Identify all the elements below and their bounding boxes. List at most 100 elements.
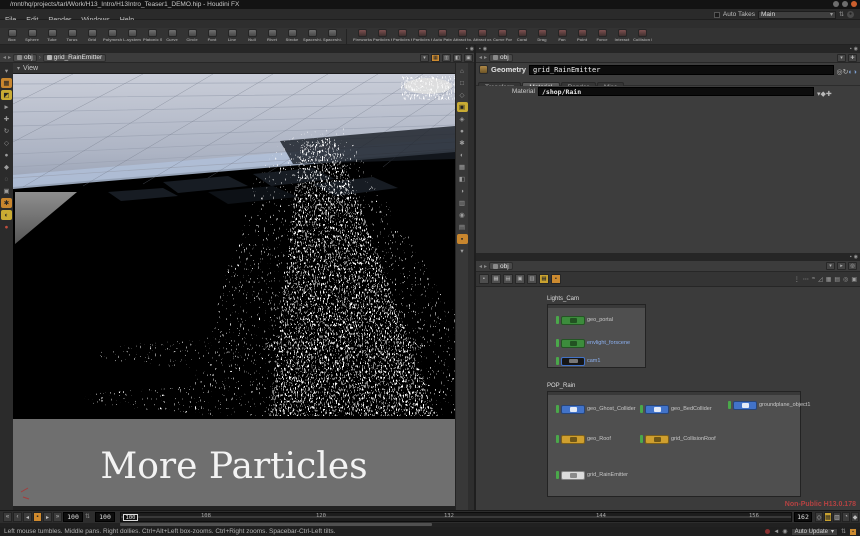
orientation-icon[interactable]: ◌ — [1, 174, 12, 184]
message-log-icon[interactable]: ◉ — [782, 528, 787, 535]
node-tile[interactable] — [645, 435, 669, 444]
takes-menu-icon[interactable]: ● — [847, 11, 854, 18]
pane-menu-icon[interactable]: ◉ — [854, 254, 858, 260]
pane-link-icon[interactable]: ◉ — [483, 45, 487, 53]
handles-icon[interactable]: ▣ — [1, 186, 12, 196]
shelf-tool[interactable]: Attract to... — [452, 28, 472, 45]
timeline-ruler[interactable]: 100 108120132144156 — [120, 512, 792, 522]
shelf-tool[interactable]: Null — [242, 28, 262, 45]
shelf-tool[interactable]: Interact — [612, 28, 632, 45]
net-more-icon[interactable]: ⋯ — [803, 276, 809, 283]
snap-options-icon[interactable]: ◆ — [1, 162, 12, 172]
frame-selected-icon[interactable]: □ — [457, 78, 468, 88]
fov-icon[interactable]: ◉ — [457, 210, 468, 220]
start-frame-field[interactable]: 100 — [63, 512, 83, 522]
audio-panel-icon[interactable]: ◔ — [842, 512, 850, 522]
node-tile[interactable] — [561, 471, 585, 480]
node-display-flag[interactable] — [556, 316, 559, 324]
take-selector[interactable]: Main ▾ — [758, 11, 836, 19]
materials-icon[interactable]: ◐ — [457, 150, 468, 160]
path-dropdown-icon[interactable]: ▾ — [826, 262, 835, 270]
shelf-tool[interactable]: Sphere — [22, 28, 42, 45]
net-badge-icon-2[interactable]: ▦ — [491, 274, 501, 284]
auto-takes-checkbox[interactable] — [714, 12, 720, 18]
play-reverse-icon[interactable]: ◂ — [23, 512, 32, 522]
node-tile[interactable] — [645, 405, 669, 414]
back-icon[interactable]: ◂ — [3, 54, 6, 61]
network-box-lights-cam[interactable]: Lights_Cam geo_portal envlight_forscene … — [547, 296, 646, 368]
shelf-tool[interactable]: Font — [202, 28, 222, 45]
view-mask-icon[interactable]: ▥ — [457, 198, 468, 208]
network-node[interactable]: groundplane_object1 — [728, 400, 810, 410]
network-node[interactable]: envlight_forscene — [556, 338, 630, 348]
move-tool-icon[interactable]: ✚ — [1, 114, 12, 124]
network-node[interactable]: grid_CollisionRoof — [640, 434, 716, 444]
maximize-icon[interactable] — [842, 1, 848, 7]
shelf-tool[interactable]: Box — [2, 28, 22, 45]
node-display-flag[interactable] — [556, 435, 559, 443]
cook-button[interactable]: ▪ — [849, 528, 857, 536]
shelf-tool[interactable]: Collision B... — [632, 28, 652, 45]
update-mode-selector[interactable]: Auto Update ▾ — [791, 528, 838, 536]
end-frame-field[interactable]: 162 — [794, 512, 812, 522]
net-dots-icon[interactable]: ⋮ — [794, 276, 800, 283]
net-wave-icon[interactable]: ≈ — [812, 276, 815, 283]
path-root-chip[interactable]: obj — [13, 54, 37, 62]
node-name-field[interactable]: grid_RainEmitter — [529, 65, 834, 75]
search-icon[interactable]: ◎ — [848, 262, 857, 270]
scrollbar-thumb[interactable] — [120, 523, 432, 526]
take-spinner-icon[interactable]: ⇅ — [839, 11, 844, 18]
forward-icon[interactable]: ▸ — [484, 263, 487, 270]
network-node[interactable]: grid_RainEmitter — [556, 470, 628, 480]
net-diag-icon[interactable]: ◿ — [818, 276, 823, 283]
node-display-flag[interactable] — [556, 357, 559, 365]
shelf-tool[interactable]: Fireworks — [352, 28, 372, 45]
shelf-tool[interactable]: Platonic S... — [142, 28, 162, 45]
net-flag-icon-2[interactable]: ▪ — [551, 274, 561, 284]
set-key-icon[interactable]: ▦ — [824, 512, 832, 522]
display-options-icon[interactable]: ◑ — [457, 186, 468, 196]
wireframe-icon[interactable]: ◈ — [457, 114, 468, 124]
back-icon[interactable]: ◂ — [479, 54, 482, 61]
update-spinner-icon[interactable]: ⇅ — [841, 528, 846, 535]
net-badge-icon-3[interactable]: ▤ — [503, 274, 513, 284]
pane-maximize-icon[interactable]: ▪ — [850, 254, 852, 260]
node-display-flag[interactable] — [728, 401, 731, 409]
node-display-flag[interactable] — [640, 435, 643, 443]
audio-icon[interactable]: ◄ — [773, 529, 779, 535]
net-grid-icon[interactable]: ▦ — [826, 276, 832, 283]
shelf-tool[interactable]: Fan — [552, 28, 572, 45]
flipbook-icon[interactable]: ◐ — [1, 210, 12, 220]
pane-menu-icon[interactable]: ◉ — [854, 46, 858, 52]
hud-icon[interactable]: ▪ — [457, 234, 468, 244]
snap-toggle-icon[interactable]: ▦ — [431, 54, 440, 62]
pose-tool-icon[interactable]: ● — [1, 150, 12, 160]
net-find-icon[interactable]: ◎ — [843, 276, 848, 283]
shelf-tool[interactable]: Attract or... — [472, 28, 492, 45]
scale-tool-icon[interactable]: ◇ — [1, 138, 12, 148]
net-badge-icon-1[interactable]: ▪ — [479, 274, 489, 284]
shelf-tool[interactable]: Curve — [162, 28, 182, 45]
shelf-tool[interactable]: Rivet — [262, 28, 282, 45]
forward-icon[interactable]: ▸ — [8, 54, 11, 61]
playback-start-field[interactable]: 100 — [95, 512, 115, 522]
path-root-chip[interactable]: obj — [489, 262, 513, 270]
grid-toggle-icon[interactable]: ▦ — [457, 162, 468, 172]
grid-options-icon[interactable]: ▥ — [442, 54, 451, 62]
node-tile[interactable] — [561, 339, 585, 348]
node-tile[interactable] — [733, 401, 757, 410]
shelf-tool[interactable]: Grid — [82, 28, 102, 45]
shelf-tool[interactable]: Line — [222, 28, 242, 45]
tool-dropdown-icon[interactable]: ▾ — [1, 66, 12, 76]
net-badge-icon-5[interactable]: ▥ — [527, 274, 537, 284]
shelf-tool[interactable]: Torus — [62, 28, 82, 45]
render-view-icon[interactable]: ✱ — [1, 198, 12, 208]
node-tile[interactable] — [561, 435, 585, 444]
net-frame-icon[interactable]: ▣ — [851, 276, 857, 283]
shelf-tool[interactable]: Force — [592, 28, 612, 45]
scene-3d-view[interactable]: More Particles — [13, 74, 455, 510]
shelf-tool[interactable]: Stroke — [282, 28, 302, 45]
param-world-icon[interactable]: ◑ — [853, 69, 857, 76]
jump-end-icon[interactable]: » — [53, 512, 62, 522]
network-node[interactable]: cam1 — [556, 356, 600, 366]
